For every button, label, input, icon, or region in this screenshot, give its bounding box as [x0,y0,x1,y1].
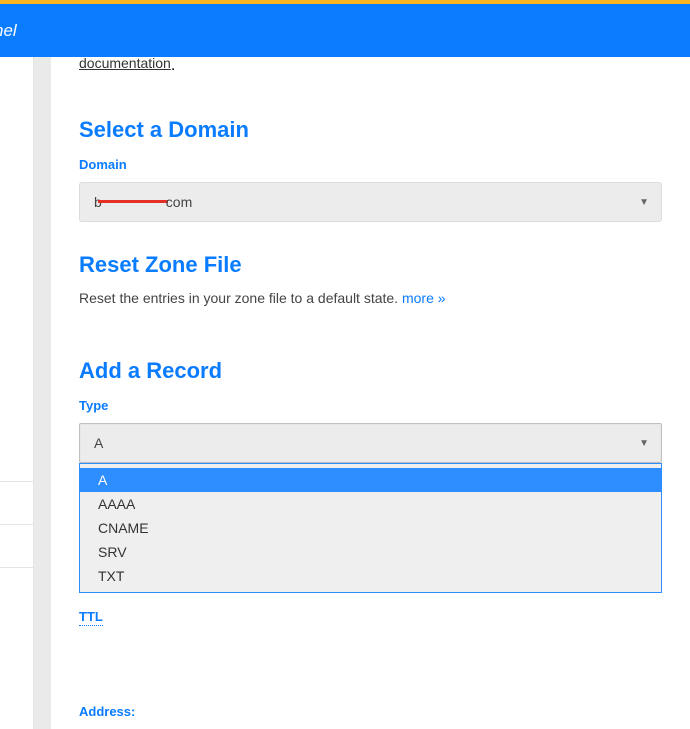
type-select-value: A [94,435,103,451]
documentation-link[interactable]: documentation [79,57,171,71]
domain-select[interactable]: bcom ▼ [79,182,662,222]
address-label: Address: [79,704,662,719]
page-header: nel [0,4,690,57]
type-option-aaaa[interactable]: AAAA [80,492,661,516]
type-option-cname[interactable]: CNAME [80,516,661,540]
sidebar [0,57,34,729]
chevron-down-icon: ▼ [639,438,649,449]
type-select[interactable]: A ▼ [79,423,662,463]
reset-zone-heading: Reset Zone File [79,252,662,278]
ttl-label[interactable]: TTL [79,609,103,626]
gutter [34,57,51,729]
type-label: Type [79,398,662,413]
add-record-heading: Add a Record [79,358,662,384]
type-dropdown: A AAAA CNAME SRV TXT [79,463,662,593]
header-title: nel [0,21,17,41]
reset-zone-description: Reset the entries in your zone file to a… [79,290,662,306]
sidebar-divider [0,567,33,568]
domain-label: Domain [79,157,662,172]
select-domain-heading: Select a Domain [79,117,662,143]
chevron-down-icon: ▼ [639,197,649,208]
redaction [98,200,168,203]
type-option-a[interactable]: A [80,468,661,492]
sidebar-divider [0,481,33,482]
more-link[interactable]: more » [402,290,446,306]
main-panel: documentation. Select a Domain Domain bc… [51,57,690,729]
type-option-srv[interactable]: SRV [80,540,661,564]
domain-value-suffix: com [166,194,192,210]
type-option-txt[interactable]: TXT [80,564,661,588]
sidebar-divider [0,524,33,525]
